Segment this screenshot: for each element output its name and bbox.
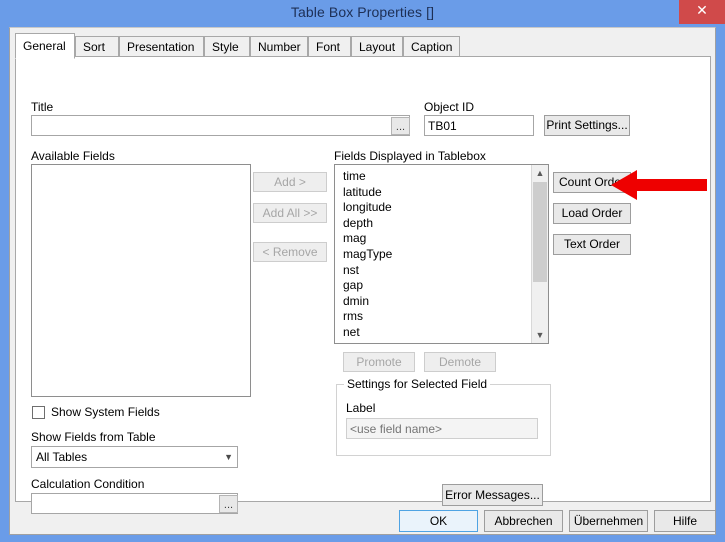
remove-button[interactable]: < Remove	[253, 242, 327, 262]
list-item[interactable]: net	[335, 325, 531, 341]
tab-number[interactable]: Number	[250, 36, 308, 58]
demote-button[interactable]: Demote	[424, 352, 496, 372]
displayed-fields-scrollbar[interactable]: ▲ ▼	[531, 165, 548, 343]
dialog-footer: OK Abbrechen Übernehmen Hilfe	[10, 502, 716, 534]
list-item[interactable]: depth	[335, 216, 531, 232]
calculation-condition-label: Calculation Condition	[31, 477, 145, 491]
close-icon: ✕	[696, 2, 708, 18]
list-item[interactable]: latitude	[335, 185, 531, 201]
tab-general[interactable]: General	[15, 33, 75, 59]
available-fields-listbox[interactable]	[31, 164, 251, 397]
count-order-button[interactable]: Count Order	[553, 172, 631, 193]
close-button[interactable]: ✕	[679, 0, 725, 24]
field-label-input[interactable]	[346, 418, 538, 439]
title-bar: Table Box Properties [] ✕	[0, 0, 725, 27]
field-label-caption: Label	[346, 401, 376, 415]
show-fields-from-table-select[interactable]: All Tables ▼	[31, 446, 238, 468]
scroll-up-icon[interactable]: ▲	[532, 165, 548, 181]
tab-strip: General Sort Presentation Style Number F…	[15, 33, 711, 59]
show-fields-from-table-value: All Tables	[36, 450, 88, 464]
window-title: Table Box Properties []	[290, 4, 435, 20]
tab-style[interactable]: Style	[204, 36, 250, 58]
list-item[interactable]: mag	[335, 231, 531, 247]
tab-caption[interactable]: Caption	[403, 36, 460, 58]
dialog-window: Table Box Properties [] ✕ General Sort P…	[0, 0, 725, 542]
dialog-client-area: General Sort Presentation Style Number F…	[9, 27, 716, 535]
tab-font[interactable]: Font	[308, 36, 351, 58]
print-settings-button[interactable]: Print Settings...	[544, 115, 630, 136]
show-fields-from-table-label: Show Fields from Table	[31, 430, 156, 444]
add-button[interactable]: Add >	[253, 172, 327, 192]
displayed-fields-listbox[interactable]: time latitude longitude depth mag magTyp…	[334, 164, 549, 344]
chevron-down-icon: ▼	[224, 452, 233, 462]
tab-sort[interactable]: Sort	[75, 36, 119, 58]
show-system-fields-checkbox[interactable]	[32, 406, 45, 419]
displayed-fields-label: Fields Displayed in Tablebox	[334, 149, 486, 163]
title-field-label: Title	[31, 100, 54, 114]
list-item[interactable]: nst	[335, 263, 531, 279]
list-item[interactable]: magType	[335, 247, 531, 263]
show-system-fields-label: Show System Fields	[51, 405, 160, 419]
scroll-down-icon[interactable]: ▼	[532, 327, 548, 343]
promote-button[interactable]: Promote	[343, 352, 415, 372]
list-item[interactable]: gap	[335, 278, 531, 294]
load-order-button[interactable]: Load Order	[553, 203, 631, 224]
selected-field-settings-group: Settings for Selected Field Label	[336, 377, 551, 456]
object-id-input[interactable]	[424, 115, 534, 136]
object-id-label: Object ID	[424, 100, 475, 114]
cancel-button[interactable]: Abbrechen	[484, 510, 563, 532]
title-input[interactable]	[31, 115, 410, 136]
text-order-button[interactable]: Text Order	[553, 234, 631, 255]
add-all-button[interactable]: Add All >>	[253, 203, 327, 223]
ok-button[interactable]: OK	[399, 510, 478, 532]
list-item[interactable]: longitude	[335, 200, 531, 216]
title-browse-button[interactable]: ...	[391, 117, 410, 135]
available-fields-label: Available Fields	[31, 149, 115, 163]
apply-button[interactable]: Übernehmen	[569, 510, 648, 532]
help-button[interactable]: Hilfe	[654, 510, 716, 532]
displayed-fields-items: time latitude longitude depth mag magTyp…	[335, 169, 531, 341]
list-item[interactable]: rms	[335, 309, 531, 325]
tab-presentation[interactable]: Presentation	[119, 36, 204, 58]
selected-field-settings-title: Settings for Selected Field	[344, 377, 491, 391]
list-item[interactable]: time	[335, 169, 531, 185]
tab-panel-general: Title ... Object ID Print Settings... Av…	[15, 56, 711, 514]
list-item[interactable]: dmin	[335, 294, 531, 310]
scrollbar-thumb[interactable]	[533, 182, 547, 282]
tab-layout[interactable]: Layout	[351, 36, 403, 58]
